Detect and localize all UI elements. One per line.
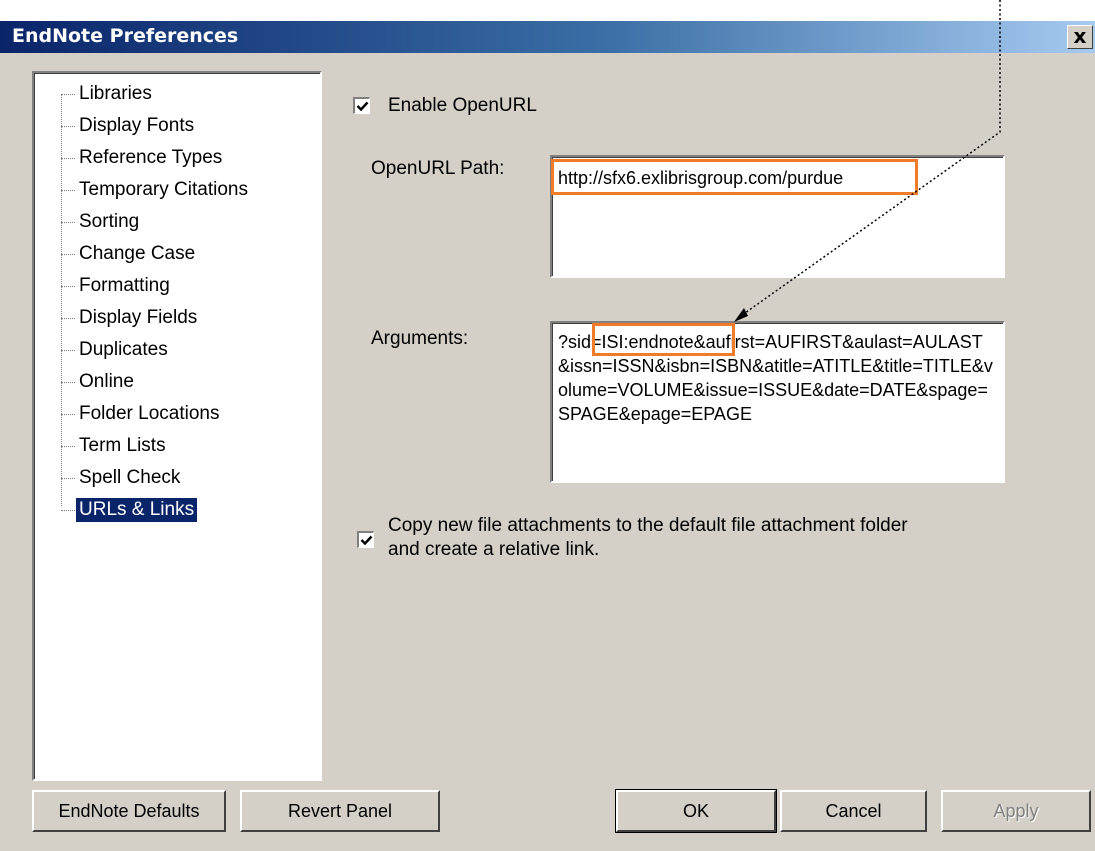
tree-item-temporary-citations[interactable]: Temporary Citations <box>61 176 251 204</box>
tree-branch-line <box>61 317 75 319</box>
ok-button[interactable]: OK <box>615 789 777 833</box>
copy-attachments-checkbox[interactable] <box>357 531 374 548</box>
copy-attachments-label-line2: and create a relative link. <box>388 539 600 560</box>
tree-item-label: Duplicates <box>79 339 168 360</box>
tree-item-term-lists[interactable]: Term Lists <box>61 432 169 460</box>
dialog-title: EndNote Preferences <box>12 25 239 47</box>
close-button[interactable]: x <box>1067 25 1093 49</box>
tree-item-label: Display Fields <box>79 307 198 328</box>
tree-item-label: Formatting <box>79 275 170 296</box>
tree-frame: Libraries Display Fonts Reference Types Tem… <box>34 73 320 779</box>
tree-branch-line <box>61 221 75 223</box>
enable-openurl-label: Enable OpenURL <box>388 95 537 116</box>
tree-item-label: Change Case <box>79 243 196 264</box>
tree-item-label: Libraries <box>79 83 152 104</box>
tree-branch-line <box>61 381 75 383</box>
title-bar[interactable]: EndNote Preferences x <box>0 21 1095 53</box>
tree-branch-line <box>61 349 75 351</box>
tree-branch-line <box>61 93 75 95</box>
endnote-defaults-button[interactable]: EndNote Defaults <box>32 790 226 832</box>
tree-item-label: Term Lists <box>79 435 166 456</box>
tree-item-label: Folder Locations <box>79 403 220 424</box>
enable-openurl-checkbox[interactable] <box>353 97 370 114</box>
openurl-path-label: OpenURL Path: <box>371 158 505 179</box>
tree-item-sorting[interactable]: Sorting <box>61 208 142 236</box>
tree-branch-line <box>61 445 75 447</box>
tree-item-duplicates[interactable]: Duplicates <box>61 336 171 364</box>
checkmark-icon <box>360 535 373 546</box>
tree-item-label: URLs & Links <box>76 498 198 522</box>
tree-item-label: Sorting <box>79 211 140 232</box>
tree-item-libraries[interactable]: Libraries <box>61 80 155 108</box>
revert-panel-button[interactable]: Revert Panel <box>240 790 440 832</box>
arguments-label: Arguments: <box>371 328 469 349</box>
tree-item-spell-check[interactable]: Spell Check <box>61 464 183 492</box>
path-highlight-box <box>551 159 918 195</box>
cancel-button[interactable]: Cancel <box>780 790 927 832</box>
tree-item-reference-types[interactable]: Reference Types <box>61 144 225 172</box>
copy-attachments-label-line1: Copy new file attachments to the default… <box>388 515 908 536</box>
tree-item-label: Display Fonts <box>79 115 195 136</box>
checkmark-icon <box>356 101 369 112</box>
tree-item-label: Online <box>79 371 134 392</box>
tree-item-label: Temporary Citations <box>79 179 248 200</box>
tree-item-change-case[interactable]: Change Case <box>61 240 198 268</box>
tree-branch-line <box>61 285 75 287</box>
tree-branch-line <box>61 125 75 127</box>
tree-item-online[interactable]: Online <box>61 368 137 396</box>
tree-item-folder-locations[interactable]: Folder Locations <box>61 400 222 428</box>
tree-branch-line <box>61 189 75 191</box>
tree-branch-line <box>61 509 75 511</box>
close-icon: x <box>1073 24 1087 48</box>
tree-branch-line <box>61 157 75 159</box>
tree-item-display-fonts[interactable]: Display Fonts <box>61 112 197 140</box>
tree-item-label: Spell Check <box>79 467 181 488</box>
preferences-tree[interactable]: Libraries Display Fonts Reference Types Tem… <box>32 71 322 781</box>
preferences-dialog: EndNote Preferences x Libraries Display F… <box>0 20 1095 851</box>
tree-item-label: Reference Types <box>79 147 223 168</box>
tree-branch-line <box>61 477 75 479</box>
tree-item-urls-links[interactable]: URLs & Links <box>61 496 198 524</box>
tree-branch-line <box>61 253 75 255</box>
apply-button[interactable]: Apply <box>941 790 1091 832</box>
tree-item-display-fields[interactable]: Display Fields <box>61 304 200 332</box>
tree-branch-line <box>61 413 75 415</box>
sid-highlight-box <box>592 323 735 356</box>
tree-item-formatting[interactable]: Formatting <box>61 272 173 300</box>
